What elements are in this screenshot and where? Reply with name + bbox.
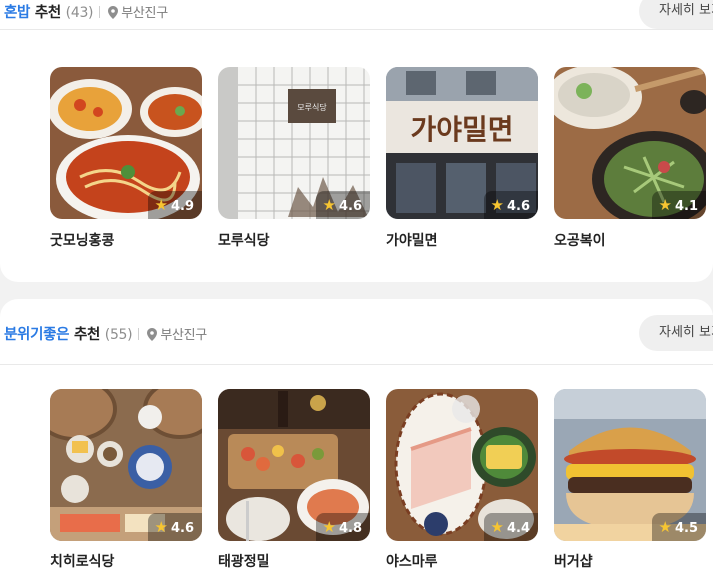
section-header: 혼밥 추천 (43) 부산진구	[0, 0, 713, 30]
location-label: 부산진구	[147, 328, 207, 343]
divider	[138, 328, 140, 340]
place-name[interactable]: 굿모닝홍콩	[50, 230, 114, 250]
sign-text: 가야밀면	[410, 113, 513, 146]
recommend-section-mood: 분위기좋은 추천 (55)부산진구 자세히 보기 ★4.6 치히로식당	[0, 299, 713, 580]
star-icon: ★	[658, 518, 672, 536]
star-icon: ★	[322, 518, 336, 536]
rating-badge: ★ 4.5	[651, 513, 706, 541]
place-photo[interactable]: ★ 4.9	[50, 67, 202, 219]
rating-value: 4.5	[674, 521, 698, 536]
more-button[interactable]: 자세히 보기	[639, 315, 713, 351]
section-suffix: 추천	[30, 5, 61, 21]
star-icon: ★	[154, 518, 168, 536]
place-name[interactable]: 치히로식당	[50, 551, 114, 571]
section-suffix: 추천	[69, 327, 101, 343]
place-photo[interactable]: ★ 4.5	[554, 389, 706, 541]
location-text: 부산진구	[121, 6, 168, 21]
place-name[interactable]: 모루식당	[218, 230, 270, 250]
rating-badge: ★ 4.6	[315, 191, 370, 219]
rating-value: 4.6	[506, 199, 530, 214]
divider	[99, 6, 101, 18]
section-count: (43)	[65, 5, 94, 21]
place-photo[interactable]: 모루식당 ★ 4.6	[218, 67, 370, 219]
location-text: 부산진구	[160, 328, 207, 343]
rating-badge: ★ 4.6	[483, 191, 538, 219]
section-title: 분위기좋은 추천 (55) 부산진구	[4, 323, 207, 344]
rating-badge: ★ 4.1	[651, 191, 706, 219]
rating-badge: ★ 4.8	[315, 513, 370, 541]
section-keyword: 분위기좋은	[4, 327, 70, 343]
place-name[interactable]: 버거샵	[554, 551, 593, 571]
location-label: 부산진구	[108, 6, 168, 21]
rating-badge: ★ 4.6	[147, 513, 202, 541]
star-icon: ★	[658, 196, 672, 214]
rating-value: 4.9	[170, 199, 194, 214]
more-button[interactable]: 자세히 보기	[639, 0, 713, 29]
star-icon: ★	[490, 196, 504, 214]
place-name[interactable]: 태광정밀	[218, 551, 270, 571]
rating-badge: ★ 4.9	[147, 191, 202, 219]
rating-value: 4.8	[338, 521, 362, 536]
star-icon: ★	[490, 518, 504, 536]
place-name[interactable]: 가야밀면	[386, 230, 438, 250]
star-icon: ★	[322, 196, 336, 214]
recommend-section-solo: 혼밥 추천 (43)부산진구 자세히 보기 ★4.9 굿모닝홍콩	[0, 0, 713, 282]
location-pin-icon	[108, 6, 119, 19]
place-photo[interactable]: ★ 4.4	[386, 389, 538, 541]
place-photo[interactable]: ★ 4.1	[554, 67, 706, 219]
place-photo[interactable]: 가야밀면 ★ 4.6	[386, 67, 538, 219]
rating-value: 4.6	[338, 199, 362, 214]
star-icon: ★	[154, 196, 168, 214]
section-title: 혼밥 추천 (43) 부산진구	[4, 1, 168, 22]
location-pin-icon	[147, 328, 158, 341]
place-name[interactable]: 야스마루	[386, 551, 438, 571]
rating-value: 4.1	[674, 199, 698, 214]
section-header: 분위기좋은 추천 (55) 부산진구	[0, 303, 713, 365]
section-count: (55)	[104, 327, 133, 343]
place-photo[interactable]: ★ 4.6	[50, 389, 202, 541]
place-name[interactable]: 오공복이	[554, 230, 606, 250]
place-photo[interactable]: ★ 4.8	[218, 389, 370, 541]
rating-badge: ★ 4.4	[483, 513, 538, 541]
rating-value: 4.4	[506, 521, 530, 536]
sign-text: 모루식당	[297, 102, 327, 112]
section-keyword: 혼밥	[4, 5, 31, 21]
rating-value: 4.6	[170, 521, 194, 536]
